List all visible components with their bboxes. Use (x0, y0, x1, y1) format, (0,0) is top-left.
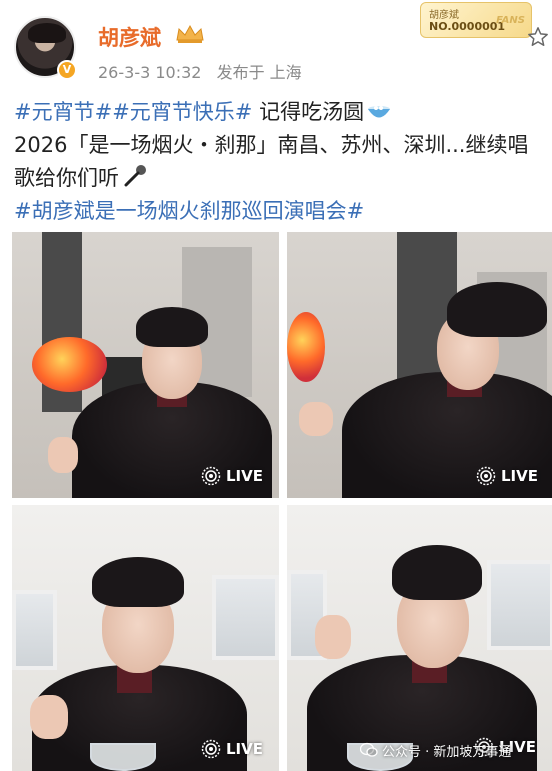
live-photo-4[interactable]: LIVE (287, 505, 552, 771)
live-badge: LIVE (476, 464, 538, 488)
post-meta: 26-3-3 10:32 发布于 上海 (98, 59, 302, 83)
post-timestamp: 26-3-3 10:32 (98, 63, 202, 82)
live-label: LIVE (226, 467, 263, 485)
soup-bowl-icon (368, 106, 391, 118)
fans-badge-name: 胡彦斌 (429, 10, 459, 21)
live-photo-icon (201, 466, 221, 486)
hashtag-lantern-festival[interactable]: #元宵节##元宵节快乐# (14, 100, 252, 124)
hashtag-tour[interactable]: #胡彦斌是一场烟火刹那巡回演唱会# (14, 199, 364, 223)
live-photo-1[interactable]: LIVE (12, 232, 279, 498)
post-text-2: 2026「是一场烟火・刹那」南昌、苏州、深圳...继续唱歌给你们听 (14, 133, 529, 190)
live-label: LIVE (226, 740, 263, 758)
fans-badge-number: NO.0000001 (429, 20, 506, 33)
star-outline-icon[interactable] (527, 26, 549, 48)
live-label: LIVE (501, 467, 538, 485)
post-header: V 胡彦斌 26-3-3 10:32 发布于 上海 胡彦斌 NO.0000001… (0, 0, 552, 92)
verified-icon: V (57, 60, 77, 80)
photo-grid: LIVE LIVE LIVE LIVE (12, 232, 552, 771)
microphone-icon (124, 165, 146, 187)
watermark-text: 公众号 · 新加坡万事通 (382, 744, 512, 760)
live-photo-icon (201, 739, 221, 759)
post-line-2: 2026「是一场烟火・刹那」南昌、苏州、深圳...继续唱歌给你们听 (14, 129, 544, 195)
post-text-1: 记得吃汤圆 (252, 100, 365, 124)
watermark: 公众号 · 新加坡万事通 (360, 738, 511, 762)
post-line-3: #胡彦斌是一场烟火刹那巡回演唱会# (14, 195, 544, 228)
post-line-1: #元宵节##元宵节快乐# 记得吃汤圆 (14, 96, 544, 129)
post-source: 发布于 上海 (216, 63, 302, 82)
live-badge: LIVE (201, 464, 263, 488)
fans-badge-label: FANS (496, 15, 525, 26)
post-body: #元宵节##元宵节快乐# 记得吃汤圆 2026「是一场烟火・刹那」南昌、苏州、深… (14, 96, 544, 228)
wechat-icon (360, 742, 378, 757)
fans-badge[interactable]: 胡彦斌 NO.0000001 FANS (420, 2, 532, 38)
crown-icon (176, 24, 204, 43)
live-photo-3[interactable]: LIVE (12, 505, 279, 771)
live-photo-2[interactable]: LIVE (287, 232, 552, 498)
live-badge: LIVE (201, 737, 263, 761)
username[interactable]: 胡彦斌 (98, 22, 161, 52)
live-photo-icon (476, 466, 496, 486)
